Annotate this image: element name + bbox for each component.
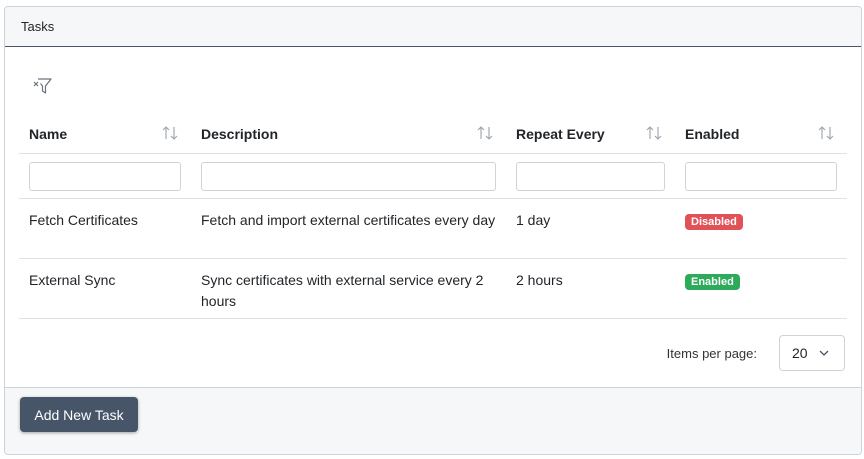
name-filter-input[interactable] bbox=[29, 161, 181, 191]
column-label: Repeat Every bbox=[516, 125, 605, 142]
task-description: Sync certificates with external service … bbox=[191, 258, 506, 319]
sort-icon[interactable] bbox=[476, 124, 494, 142]
table-row[interactable]: External Sync Sync certificates with ext… bbox=[19, 258, 847, 319]
status-badge: Disabled bbox=[685, 213, 743, 230]
column-header-name[interactable]: Name bbox=[19, 115, 191, 154]
sort-icon[interactable] bbox=[645, 124, 663, 142]
chevron-down-icon bbox=[819, 350, 829, 356]
items-per-page-label: Items per page: bbox=[666, 345, 757, 361]
filter-row bbox=[19, 153, 847, 199]
sort-icon[interactable] bbox=[161, 124, 179, 142]
column-header-description[interactable]: Description bbox=[191, 115, 506, 154]
task-repeat: 1 day bbox=[506, 198, 675, 259]
column-header-repeat-every[interactable]: Repeat Every bbox=[506, 115, 675, 154]
pagination: Items per page: 20 bbox=[667, 335, 845, 371]
enabled-filter-input[interactable] bbox=[685, 161, 837, 191]
task-description: Fetch and import external certificates e… bbox=[191, 198, 506, 259]
task-name: Fetch Certificates bbox=[19, 198, 191, 259]
task-repeat: 2 hours bbox=[506, 258, 675, 319]
sort-icon[interactable] bbox=[817, 124, 835, 142]
status-badge: Enabled bbox=[685, 273, 740, 290]
card-body: Name Description Repeat Every Enabled Fe… bbox=[5, 47, 861, 387]
filter-clear-icon[interactable] bbox=[31, 75, 53, 97]
column-label: Description bbox=[201, 125, 279, 142]
table-header-row: Name Description Repeat Every Enabled bbox=[19, 115, 847, 154]
column-label: Enabled bbox=[685, 125, 740, 142]
column-label: Name bbox=[29, 125, 68, 142]
column-header-enabled[interactable]: Enabled bbox=[675, 115, 847, 154]
card-title: Tasks bbox=[21, 19, 55, 34]
tasks-table: Name Description Repeat Every Enabled Fe… bbox=[19, 115, 847, 319]
items-per-page-select[interactable]: 20 bbox=[779, 335, 845, 371]
card-footer: Add New Task bbox=[5, 387, 861, 454]
tasks-card: Tasks Name Description Repeat Every Enab… bbox=[4, 6, 862, 455]
card-header: Tasks bbox=[5, 7, 861, 47]
table-row[interactable]: Fetch Certificates Fetch and import exte… bbox=[19, 198, 847, 259]
task-name: External Sync bbox=[19, 258, 191, 319]
description-filter-input[interactable] bbox=[201, 161, 496, 191]
repeat-every-filter-input[interactable] bbox=[516, 161, 665, 191]
add-new-task-button[interactable]: Add New Task bbox=[20, 397, 138, 432]
items-per-page-value: 20 bbox=[792, 345, 808, 361]
